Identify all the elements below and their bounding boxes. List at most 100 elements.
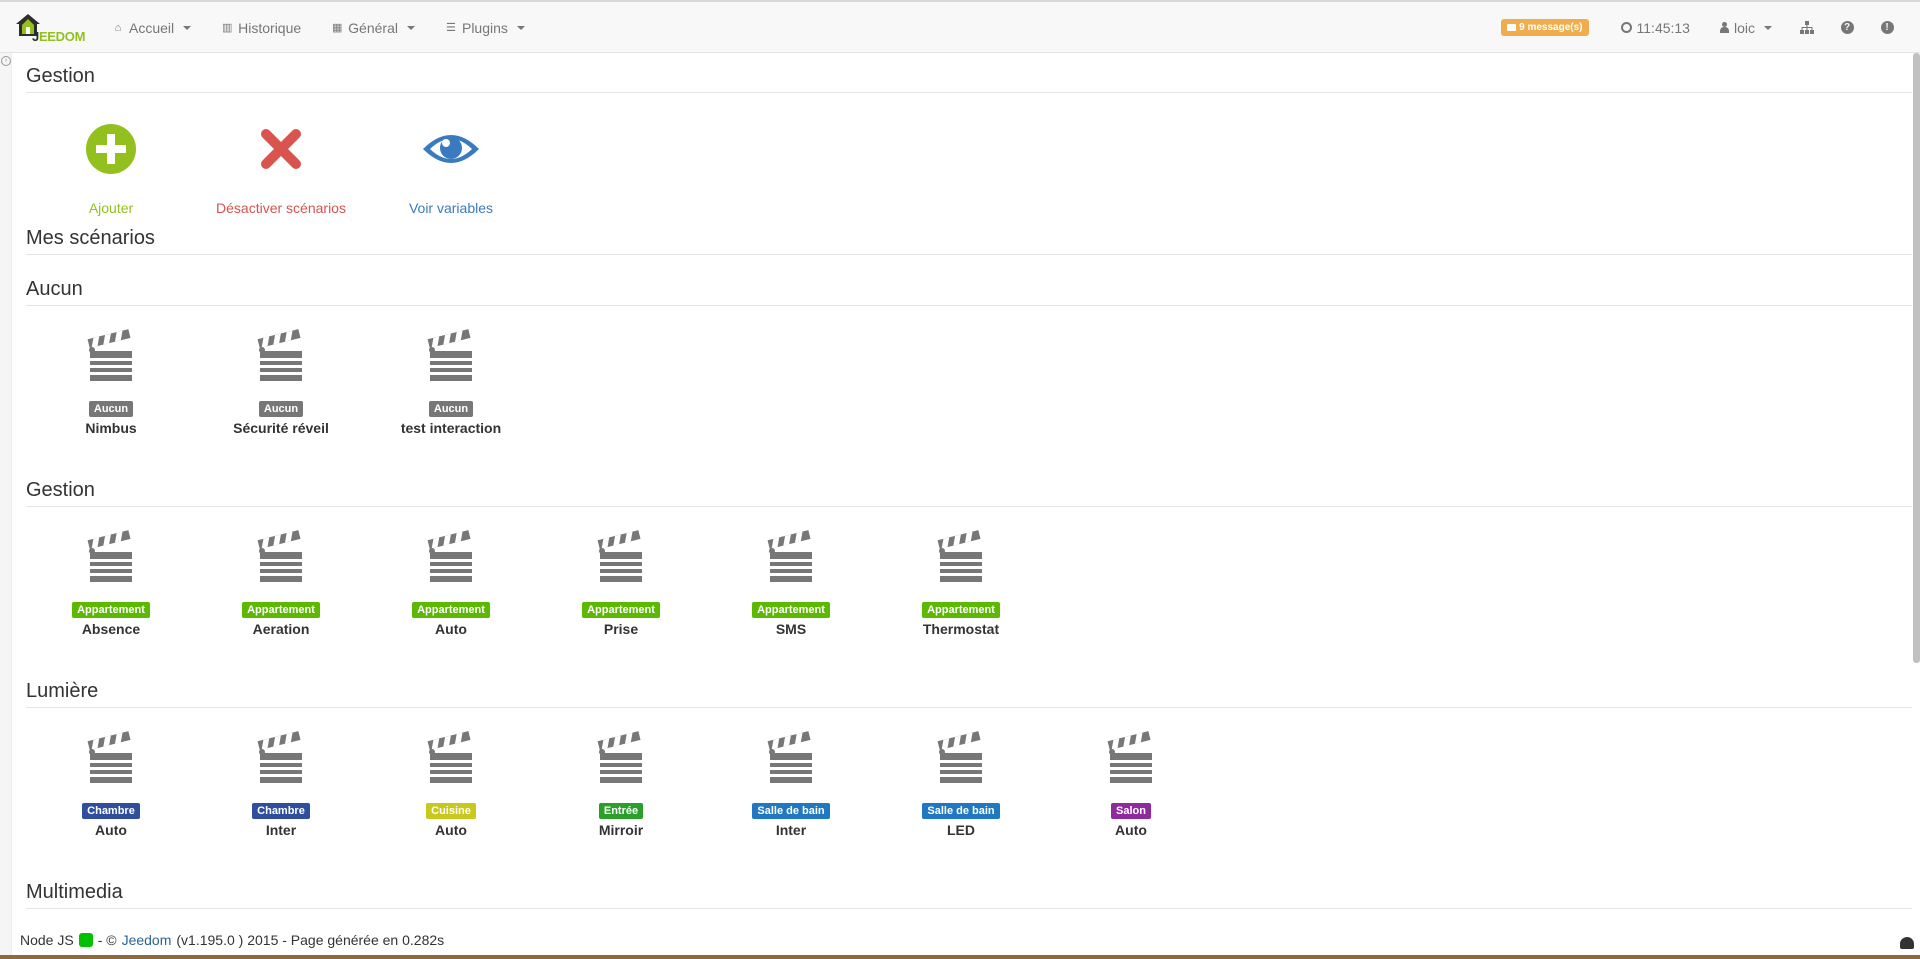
scenario-card[interactable]: Aucun Sécurité réveil (196, 327, 366, 436)
user-menu[interactable]: loic (1719, 19, 1772, 36)
scrollbar[interactable] (1913, 53, 1920, 663)
view-variables-button[interactable]: Voir variables (366, 119, 536, 216)
scenario-card[interactable]: Appartement Aeration (196, 528, 366, 637)
scenario-name: SMS (775, 621, 807, 637)
scenario-card[interactable]: Aucun Nimbus (26, 327, 196, 436)
user-icon (1719, 22, 1729, 33)
scenario-card[interactable]: Salle de bain Inter (706, 729, 876, 838)
nav-general-label: Général (348, 19, 398, 36)
scenario-object-badge: Appartement (72, 602, 150, 618)
window-bottom-edge (0, 955, 1920, 959)
scenario-name: Auto (435, 822, 467, 838)
scenario-object-badge: Salon (1111, 803, 1151, 819)
logo-text: EEDOM (38, 29, 86, 44)
scenario-name: Prise (603, 621, 639, 637)
side-panel-toggle-icon[interactable]: › (1, 56, 11, 66)
envelope-icon (1507, 24, 1517, 31)
close-icon (261, 129, 301, 169)
scenario-name: Absence (81, 621, 141, 637)
clapperboard-icon (536, 528, 706, 592)
exclamation-icon: ! (1880, 21, 1894, 34)
caret-down-icon (406, 25, 415, 30)
messages-count: 9 message(s) (1519, 22, 1583, 33)
clapperboard-icon (26, 729, 196, 793)
caret-down-icon (516, 25, 525, 30)
scenario-name: Nimbus (85, 420, 137, 436)
scenario-card[interactable]: Appartement Prise (536, 528, 706, 637)
clapperboard-icon (26, 528, 196, 592)
sitemap-button[interactable] (1800, 21, 1814, 35)
scenario-name: Inter (775, 822, 807, 838)
clock-time: 11:45:13 (1636, 19, 1690, 36)
nav-accueil[interactable]: ⌂ Accueil (112, 19, 192, 36)
eye-icon (423, 135, 479, 163)
scenario-card[interactable]: Salon Auto (1046, 729, 1216, 838)
alert-button[interactable]: ! (1880, 21, 1894, 35)
scenario-card[interactable]: Appartement Absence (26, 528, 196, 637)
scenario-card[interactable]: Appartement Auto (366, 528, 536, 637)
nav-accueil-label: Accueil (129, 19, 175, 36)
footer-version: (v1.195.0 ) 2015 - Page générée en 0.282… (176, 932, 445, 948)
help-button[interactable]: ? (1840, 21, 1854, 35)
scenario-object-badge: Cuisine (426, 803, 476, 819)
footer: Node JS - © Jeedom (v1.195.0 ) 2015 - Pa… (20, 932, 444, 948)
top-navbar: JEEDOM ⌂ Accueil ▥ Historique ▦ Général … (0, 0, 1920, 53)
scenario-object-badge: Appartement (922, 602, 1000, 618)
bar-chart-icon: ▥ (221, 22, 233, 34)
disable-scenarios-button[interactable]: Désactiver scénarios (196, 119, 366, 216)
clock-icon (1620, 22, 1632, 33)
scenario-name: Auto (435, 621, 467, 637)
nodejs-status-indicator (78, 933, 93, 947)
scenario-object-badge: Salle de bain (752, 803, 830, 819)
nav-historique-label: Historique (238, 19, 302, 36)
scenario-row-gestion: Appartement Absence Appartement Aeration… (26, 528, 1046, 637)
scenario-object-badge: Chambre (252, 803, 310, 819)
list-icon: ☰ (446, 22, 456, 34)
mes-scenarios-title: Mes scénarios (26, 227, 1912, 255)
nav-general[interactable]: ▦ Général (331, 20, 415, 36)
sitemap-icon (1800, 21, 1814, 34)
clapperboard-icon (366, 729, 536, 793)
scenario-object-badge: Appartement (582, 602, 660, 618)
clapperboard-icon (196, 327, 366, 391)
clapperboard-icon (876, 729, 1046, 793)
user-name: loic (1733, 19, 1755, 36)
scenario-card[interactable]: Appartement Thermostat (876, 528, 1046, 637)
scenario-card[interactable]: Aucun test interaction (366, 327, 536, 436)
nav-plugins[interactable]: ☰ Plugins (445, 20, 525, 36)
view-variables-label: Voir variables (408, 200, 494, 216)
clapperboard-icon (536, 729, 706, 793)
scenario-row-lumiere: Chambre Auto Chambre Inter Cuisine Auto … (26, 729, 1216, 838)
footer-copyright: - © (97, 932, 117, 948)
scenario-card[interactable]: Entrée Mirroir (536, 729, 706, 838)
scenario-object-badge: Appartement (412, 602, 490, 618)
jeedom-link[interactable]: Jeedom (122, 932, 172, 948)
scenario-object-badge: Aucun (428, 401, 474, 417)
group-title-lumiere: Lumière (26, 680, 1912, 708)
side-panel-strip (0, 53, 12, 959)
scenario-card[interactable]: Chambre Inter (196, 729, 366, 838)
scenario-object-badge: Appartement (242, 602, 320, 618)
messages-badge[interactable]: 9 message(s) (1501, 19, 1589, 36)
home-icon: ⌂ (114, 21, 122, 34)
scenario-card[interactable]: Chambre Auto (26, 729, 196, 838)
clapperboard-icon (366, 528, 536, 592)
clapperboard-icon (196, 729, 366, 793)
clapperboard-icon (196, 528, 366, 592)
dashboard-gauge-icon[interactable] (1900, 937, 1914, 949)
nav-historique[interactable]: ▥ Historique (221, 20, 301, 36)
scenario-name: Sécurité réveil (233, 420, 329, 436)
scenario-object-badge: Chambre (82, 803, 140, 819)
scenario-object-badge: Aucun (258, 401, 304, 417)
question-icon: ? (1840, 21, 1854, 34)
scenario-name: test interaction (400, 420, 502, 436)
scenario-card[interactable]: Salle de bain LED (876, 729, 1046, 838)
add-scenario-label: Ajouter (88, 200, 134, 216)
jeedom-logo[interactable]: JEEDOM (14, 12, 86, 48)
scenario-card[interactable]: Appartement SMS (706, 528, 876, 637)
grid-icon: ▦ (331, 22, 343, 34)
clapperboard-icon (706, 528, 876, 592)
scenario-object-badge: Aucun (88, 401, 134, 417)
scenario-card[interactable]: Cuisine Auto (366, 729, 536, 838)
add-scenario-button[interactable]: Ajouter (26, 119, 196, 216)
